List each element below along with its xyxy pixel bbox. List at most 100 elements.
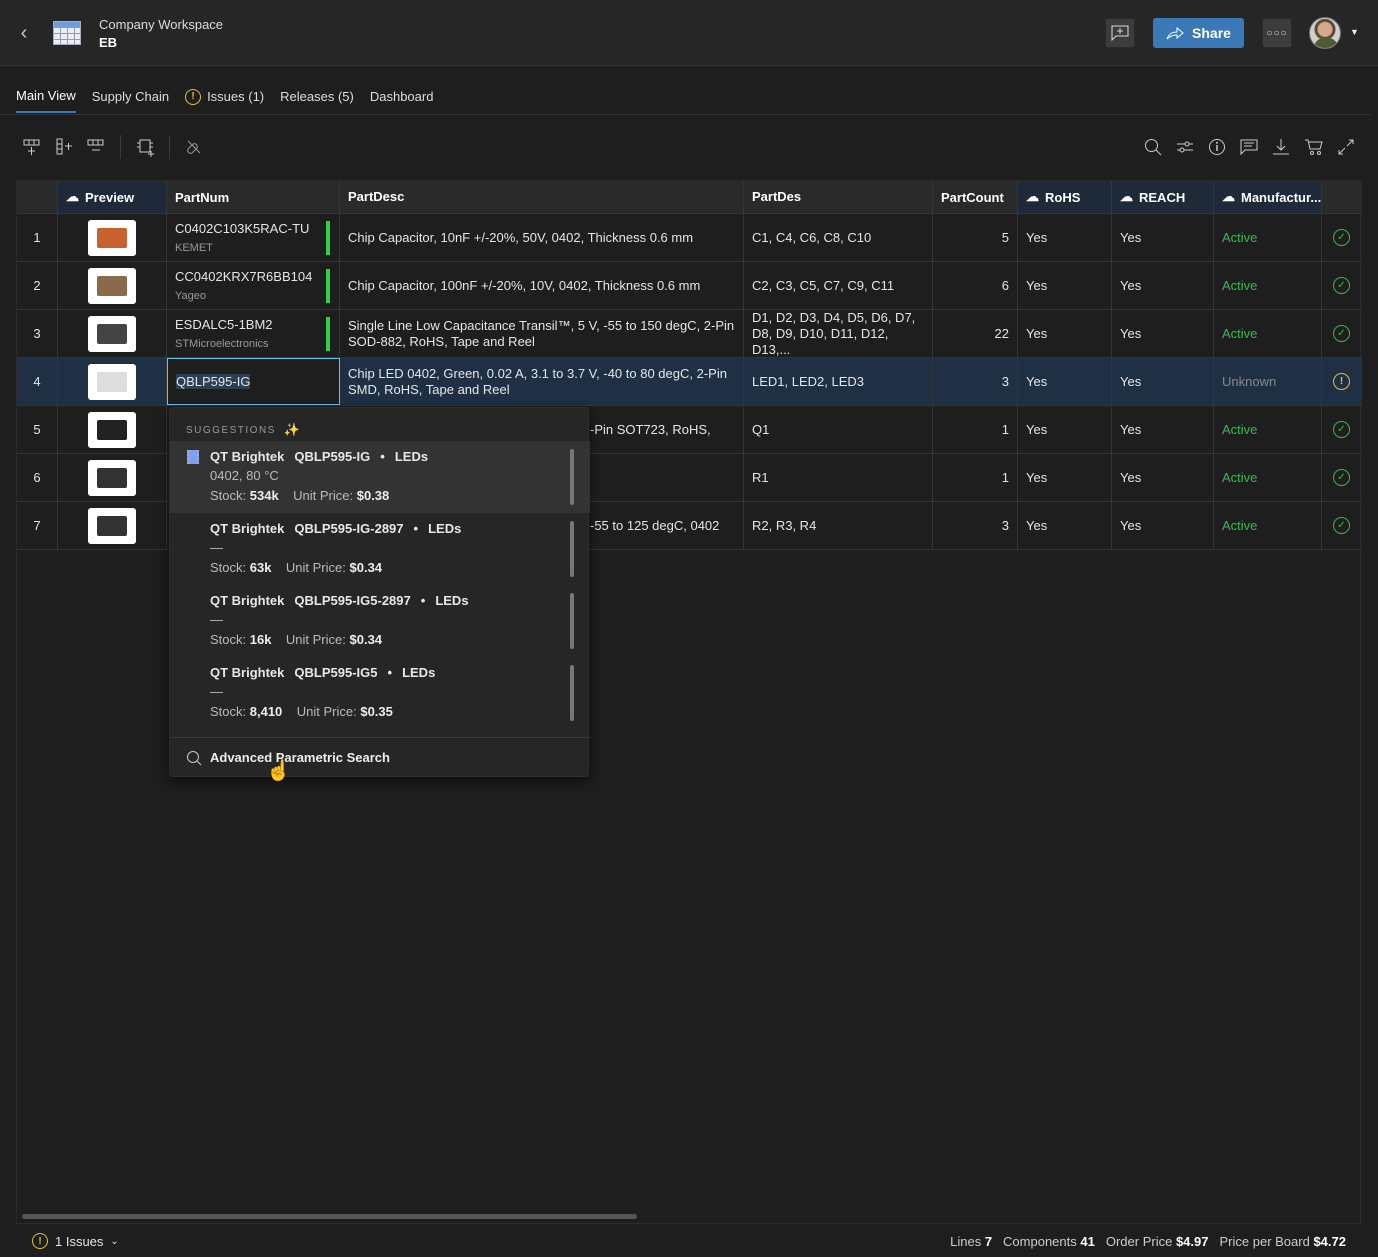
lifecycle-cell[interactable]: Active xyxy=(1214,214,1322,261)
part-preview[interactable] xyxy=(58,310,167,357)
rohs-cell[interactable]: Yes xyxy=(1018,502,1112,549)
rohs-cell[interactable]: Yes xyxy=(1018,214,1112,261)
rohs-cell[interactable]: Yes xyxy=(1018,406,1112,453)
reach-cell[interactable]: Yes xyxy=(1112,214,1214,261)
avatar-dropdown-icon[interactable]: ▼ xyxy=(1350,27,1359,37)
insert-column-icon[interactable] xyxy=(55,138,73,156)
horizontal-scrollbar[interactable] xyxy=(22,1214,637,1219)
part-preview[interactable] xyxy=(58,214,167,261)
partdesc-cell[interactable]: Chip Capacitor, 10nF +/-20%, 50V, 0402, … xyxy=(340,214,744,261)
partdesc-cell[interactable]: Chip Capacitor, 100nF +/-20%, 10V, 0402,… xyxy=(340,262,744,309)
partcount-cell[interactable]: 5 xyxy=(933,214,1018,261)
column-header-partnum[interactable]: PartNum xyxy=(167,181,340,213)
reach-cell[interactable]: Yes xyxy=(1112,454,1214,501)
partcount-cell[interactable]: 1 xyxy=(933,406,1018,453)
check-circle-icon: ✓ xyxy=(1333,469,1350,486)
back-icon[interactable]: ‹ xyxy=(16,22,32,44)
partcount-cell[interactable]: 22 xyxy=(933,310,1018,357)
table-row[interactable]: 4 QBLP595-IG Chip LED 0402, Green, 0.02 … xyxy=(17,358,1362,406)
partnum-cell[interactable]: CC0402KRX7R6BB104 Yageo xyxy=(167,262,340,309)
partdes-cell[interactable]: C2, C3, C5, C7, C9, C11 xyxy=(744,262,933,309)
partdes-cell[interactable]: C1, C4, C6, C8, C10 xyxy=(744,214,933,261)
table-row[interactable]: 3 ESDALC5-1BM2 STMicroelectronics Single … xyxy=(17,310,1362,358)
lifecycle-cell[interactable]: Active xyxy=(1214,454,1322,501)
comments-icon[interactable] xyxy=(1240,138,1258,156)
workspace-name[interactable]: Company Workspace xyxy=(99,17,223,32)
column-header-partdesc[interactable]: PartDesc xyxy=(340,181,744,213)
partnum-cell[interactable]: C0402C103K5RAC-TU KEMET xyxy=(167,214,340,261)
cart-icon[interactable] xyxy=(1305,138,1323,156)
partdes-cell[interactable]: Q1 xyxy=(744,406,933,453)
item-scroll-indicator xyxy=(570,521,574,577)
lifecycle-cell[interactable]: Active xyxy=(1214,262,1322,309)
tab-main-view[interactable]: Main View xyxy=(16,88,76,113)
advanced-parametric-search-button[interactable]: Advanced Parametric Search xyxy=(170,737,590,777)
partnum-cell[interactable]: ESDALC5-1BM2 STMicroelectronics xyxy=(167,310,340,357)
reach-cell[interactable]: Yes xyxy=(1112,358,1214,405)
rohs-cell[interactable]: Yes xyxy=(1018,358,1112,405)
user-avatar[interactable] xyxy=(1309,17,1341,49)
part-preview[interactable] xyxy=(58,406,167,453)
lifecycle-cell[interactable]: Active xyxy=(1214,406,1322,453)
tab-supply-chain[interactable]: Supply Chain xyxy=(92,88,169,113)
delete-row-icon[interactable] xyxy=(87,138,105,156)
add-component-icon[interactable] xyxy=(136,137,156,157)
partdes-cell[interactable]: D1, D2, D3, D4, D5, D6, D7, D8, D9, D10,… xyxy=(744,310,933,357)
partcount-cell[interactable]: 6 xyxy=(933,262,1018,309)
more-options-button[interactable]: ○○○ xyxy=(1262,18,1292,48)
part-preview[interactable] xyxy=(58,502,167,549)
column-header-partcount[interactable]: PartCount xyxy=(933,181,1018,213)
partnum-input[interactable]: QBLP595-IG xyxy=(176,374,251,389)
partnum-cell[interactable]: QBLP595-IG xyxy=(167,358,340,405)
unlink-icon[interactable] xyxy=(185,138,203,156)
lifecycle-cell[interactable]: Active xyxy=(1214,502,1322,549)
suggestion-item[interactable]: QT Brightek QBLP595-IG • LEDs 0402, 80 °C S… xyxy=(170,441,590,513)
share-button[interactable]: Share xyxy=(1153,18,1244,48)
component-image xyxy=(88,507,136,544)
reach-cell[interactable]: Yes xyxy=(1112,502,1214,549)
part-preview[interactable] xyxy=(58,262,167,309)
partdes-cell[interactable]: R1 xyxy=(744,454,933,501)
partdes-cell[interactable]: LED1, LED2, LED3 xyxy=(744,358,933,405)
partcount-cell[interactable]: 3 xyxy=(933,358,1018,405)
column-header-reach[interactable]: ☁ REACH xyxy=(1112,181,1214,213)
partcount-cell[interactable]: 3 xyxy=(933,502,1018,549)
expand-icon[interactable] xyxy=(1337,138,1355,156)
tab-releases[interactable]: Releases (5) xyxy=(280,88,354,113)
rohs-cell[interactable]: Yes xyxy=(1018,262,1112,309)
reach-cell[interactable]: Yes xyxy=(1112,262,1214,309)
part-preview[interactable] xyxy=(58,358,167,405)
info-icon[interactable] xyxy=(1208,138,1226,156)
table-row[interactable]: 2 CC0402KRX7R6BB104 Yageo Chip Capacitor,… xyxy=(17,262,1362,310)
insert-row-icon[interactable] xyxy=(23,138,41,156)
suggestion-item[interactable]: QT Brightek QBLP595-IG-2897 • LEDs — Stock:… xyxy=(170,513,590,585)
suggestion-item[interactable]: QT Brightek QBLP595-IG5 • LEDs — Stock: 8,4… xyxy=(170,657,590,729)
partcount-cell[interactable]: 1 xyxy=(933,454,1018,501)
part-preview[interactable] xyxy=(58,454,167,501)
reach-cell[interactable]: Yes xyxy=(1112,310,1214,357)
rohs-cell[interactable]: Yes xyxy=(1018,454,1112,501)
issues-dropdown[interactable]: ! 1 Issues ⌄ xyxy=(32,1233,119,1249)
table-row[interactable]: 1 C0402C103K5RAC-TU KEMET Chip Capacitor,… xyxy=(17,214,1362,262)
component-image xyxy=(88,315,136,352)
lifecycle-cell[interactable]: Active xyxy=(1214,310,1322,357)
column-header-preview[interactable]: ☁ Preview xyxy=(58,181,167,213)
filter-sliders-icon[interactable] xyxy=(1176,138,1194,156)
tab-dashboard[interactable]: Dashboard xyxy=(370,88,434,113)
partdesc-cell[interactable]: Chip LED 0402, Green, 0.02 A, 3.1 to 3.7… xyxy=(340,358,744,405)
download-icon[interactable] xyxy=(1272,138,1290,156)
column-header-rohs[interactable]: ☁ RoHS xyxy=(1018,181,1112,213)
column-header-manufacturer-lifecycle[interactable]: ☁ Manufactur... xyxy=(1214,181,1322,213)
row-number: 1 xyxy=(17,214,58,261)
tab-issues[interactable]: ! Issues (1) xyxy=(185,88,264,113)
rohs-cell[interactable]: Yes xyxy=(1018,310,1112,357)
lifecycle-cell[interactable]: Unknown xyxy=(1214,358,1322,405)
manufacturer-name: STMicroelectronics xyxy=(175,338,269,350)
suggestion-item[interactable]: QT Brightek QBLP595-IG5-2897 • LEDs — Stock… xyxy=(170,585,590,657)
partdesc-cell[interactable]: Single Line Low Capacitance Transil™, 5 … xyxy=(340,310,744,357)
partdes-cell[interactable]: R2, R3, R4 xyxy=(744,502,933,549)
reach-cell[interactable]: Yes xyxy=(1112,406,1214,453)
add-comment-button[interactable] xyxy=(1105,18,1135,48)
search-icon[interactable] xyxy=(1144,138,1162,156)
column-header-partdes[interactable]: PartDes xyxy=(744,181,933,213)
